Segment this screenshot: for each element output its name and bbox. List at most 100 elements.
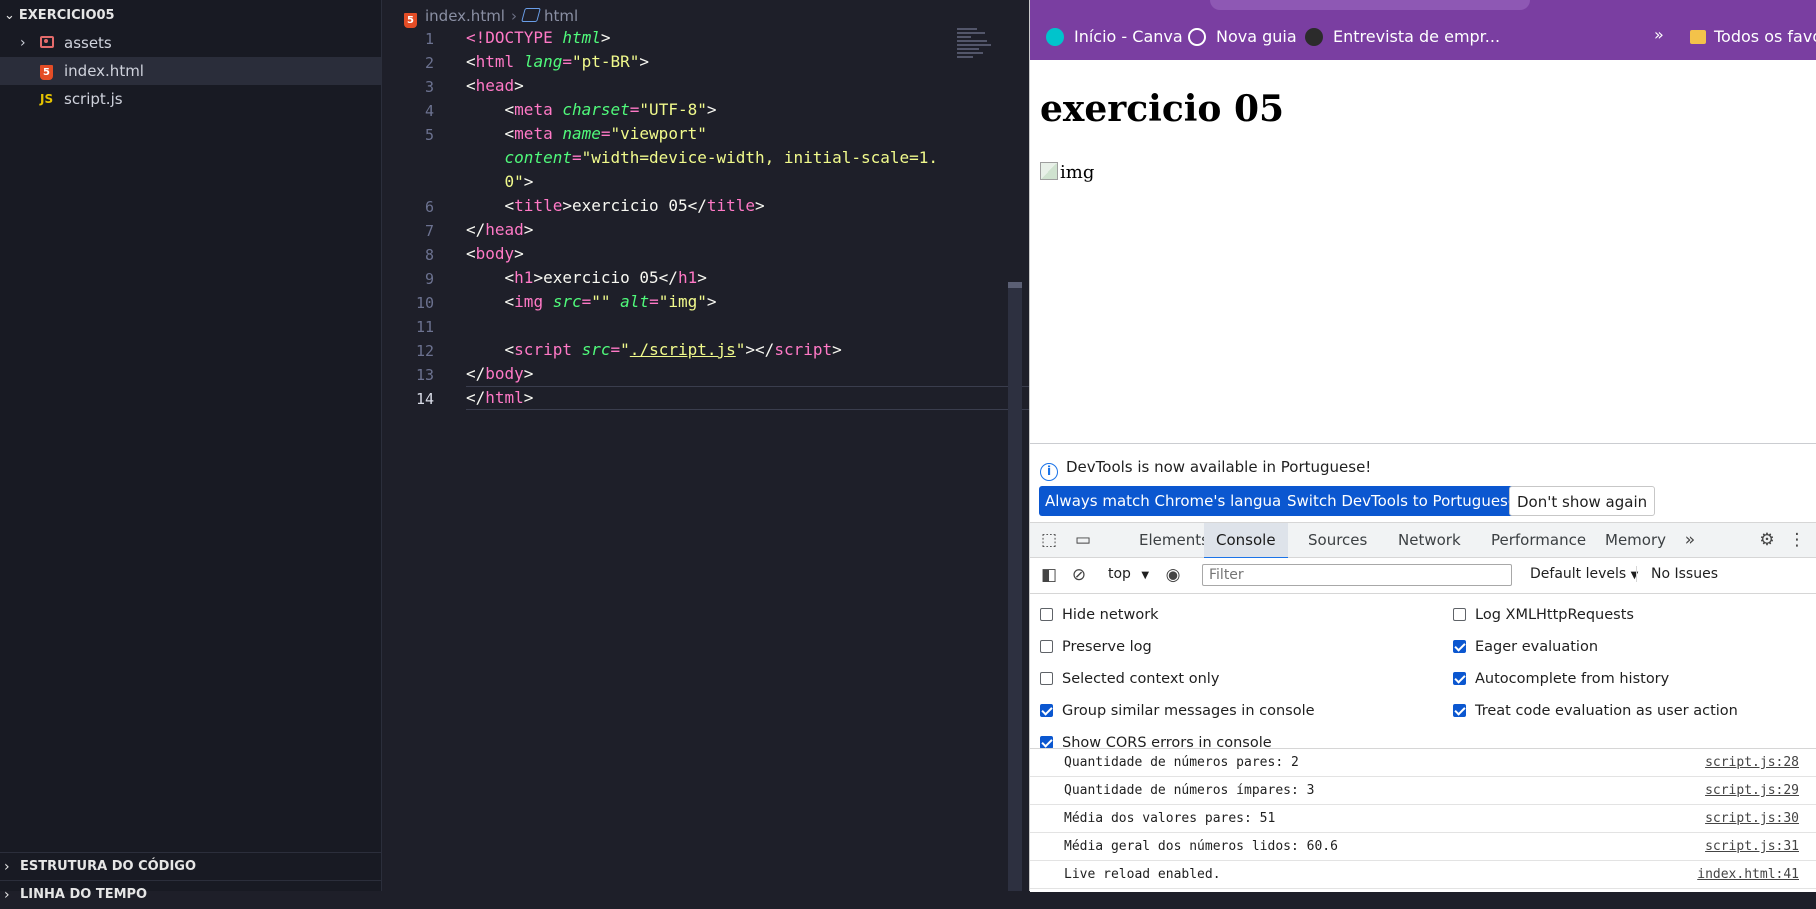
address-bar[interactable] bbox=[1210, 0, 1530, 10]
option-preserve-log[interactable]: Preserve log bbox=[1040, 636, 1152, 658]
option-hide-network[interactable]: Hide network bbox=[1040, 604, 1159, 626]
code-line-4[interactable]: <meta charset="UTF-8"> bbox=[466, 100, 717, 119]
tab-performance[interactable]: Performance bbox=[1483, 523, 1594, 557]
gear-icon[interactable]: ⚙ bbox=[1757, 530, 1777, 550]
bookmarks-bar: Início - Canva Nova guia Entrevista de e… bbox=[1030, 0, 1816, 60]
js-file-icon: JS bbox=[40, 92, 54, 106]
line-number: 8 bbox=[424, 246, 434, 264]
source-link[interactable]: script.js:29 bbox=[1705, 783, 1799, 798]
editor-scrollbar[interactable] bbox=[1008, 282, 1022, 891]
option-eager-eval[interactable]: Eager evaluation bbox=[1453, 636, 1598, 658]
tab-memory[interactable]: Memory bbox=[1597, 523, 1674, 557]
bookmarks-overflow-button[interactable]: » bbox=[1654, 25, 1664, 44]
option-selected-context[interactable]: Selected context only bbox=[1040, 668, 1219, 690]
code-line-6[interactable]: <title>exercicio 05</title> bbox=[466, 196, 765, 215]
explorer-folder-title[interactable]: ⌄ EXERCICIO05 bbox=[0, 4, 115, 28]
bookmark-all-favorites[interactable]: Todos os favori bbox=[1690, 26, 1816, 48]
code-line-7[interactable]: </head> bbox=[466, 220, 533, 239]
console-filter-input[interactable] bbox=[1202, 564, 1512, 586]
bookmark-nova-guia[interactable]: Nova guia bbox=[1188, 26, 1297, 48]
option-log-xhr[interactable]: Log XMLHttpRequests bbox=[1453, 604, 1634, 626]
breadcrumb-file[interactable]: index.html bbox=[425, 7, 505, 25]
console-message: Média geral dos números lidos: 60.6 scrip… bbox=[1030, 833, 1816, 861]
script-path-link[interactable]: ./script.js bbox=[630, 340, 736, 359]
code-line-2[interactable]: <html lang="pt-BR"> bbox=[466, 52, 649, 71]
device-toolbar-icon[interactable]: ▭ bbox=[1073, 530, 1093, 550]
chevron-down-icon: ⌄ bbox=[4, 8, 15, 23]
code-line-5[interactable]: <meta name="viewport" bbox=[466, 124, 707, 143]
minimap[interactable] bbox=[957, 28, 993, 68]
tab-sources[interactable]: Sources bbox=[1300, 523, 1375, 557]
globe-icon bbox=[1188, 28, 1206, 46]
code-editor[interactable]: 5 index.html › html 1 2 3 4 5 6 7 8 9 10 11 12 13 14 <!D… bbox=[382, 0, 1332, 891]
chevron-right-icon: › bbox=[4, 859, 10, 875]
tab-console[interactable]: Console bbox=[1204, 523, 1288, 559]
tree-item-script-js[interactable]: JS script.js bbox=[0, 85, 381, 113]
checkbox[interactable] bbox=[1040, 640, 1053, 653]
source-link[interactable]: index.html:41 bbox=[1697, 867, 1799, 882]
line-number: 14 bbox=[415, 390, 434, 408]
option-autocomplete[interactable]: Autocomplete from history bbox=[1453, 668, 1669, 690]
line-number: 3 bbox=[424, 78, 434, 96]
option-treat-user-action[interactable]: Treat code evaluation as user action bbox=[1453, 700, 1738, 722]
checkbox-checked[interactable] bbox=[1453, 704, 1466, 717]
explorer-sidebar: ⌄ EXERCICIO05 › assets 5 index.html JS sc… bbox=[0, 0, 381, 903]
clear-console-icon[interactable]: ⊘ bbox=[1069, 565, 1089, 585]
line-number: 7 bbox=[424, 222, 434, 240]
dont-show-again-button[interactable]: Don't show again bbox=[1509, 486, 1656, 516]
folder-icon bbox=[1690, 30, 1706, 44]
issues-counter[interactable]: No Issues bbox=[1636, 566, 1718, 582]
console-message: Média dos valores pares: 51 script.js:30 bbox=[1030, 805, 1816, 833]
language-notice: i DevTools is now available in Portuguese… bbox=[1040, 456, 1371, 481]
tree-item-assets[interactable]: › assets bbox=[0, 29, 381, 57]
code-line-9[interactable]: <h1>exercicio 05</h1> bbox=[466, 268, 707, 287]
code-line-1[interactable]: <!DOCTYPE html> bbox=[466, 28, 611, 47]
tab-network[interactable]: Network bbox=[1390, 523, 1469, 557]
broken-image-icon bbox=[1040, 162, 1058, 180]
breadcrumb-node[interactable]: html bbox=[544, 7, 578, 25]
source-link[interactable]: script.js:28 bbox=[1705, 755, 1799, 770]
code-line-10[interactable]: <img src="" alt="img"> bbox=[466, 292, 717, 311]
checkbox[interactable] bbox=[1040, 608, 1053, 621]
source-link[interactable]: script.js:31 bbox=[1705, 839, 1799, 854]
timeline-section-header[interactable]: › LINHA DO TEMPO bbox=[0, 880, 381, 909]
tree-item-label: index.html bbox=[64, 62, 144, 80]
code-line-3[interactable]: <head> bbox=[466, 76, 524, 95]
checkbox-checked[interactable] bbox=[1453, 672, 1466, 685]
context-selector[interactable]: top ▼ bbox=[1108, 566, 1149, 582]
more-tabs-icon[interactable]: » bbox=[1680, 530, 1700, 550]
chevron-right-icon: › bbox=[4, 887, 10, 903]
code-line-12[interactable]: <script src="./script.js"></script> bbox=[466, 340, 842, 359]
inspect-element-icon[interactable]: ⬚ bbox=[1039, 530, 1059, 550]
eye-icon[interactable]: ◉ bbox=[1163, 565, 1183, 585]
switch-portuguese-button[interactable]: Switch DevTools to Portuguese bbox=[1281, 486, 1524, 516]
option-group-similar[interactable]: Group similar messages in console bbox=[1040, 700, 1315, 722]
editor-scrollbar-thumb[interactable] bbox=[1008, 282, 1022, 288]
devtools-panel: i DevTools is now available in Portuguese… bbox=[1030, 443, 1816, 892]
checkbox[interactable] bbox=[1040, 672, 1053, 685]
code-line-5-wrap-1[interactable]: content="width=device-width, initial-sca… bbox=[466, 148, 939, 167]
code-line-5-wrap-2[interactable]: 0"> bbox=[466, 172, 534, 191]
sidebar-toggle-icon[interactable]: ◧ bbox=[1039, 565, 1059, 585]
code-line-13[interactable]: </body> bbox=[466, 364, 533, 383]
log-levels-dropdown[interactable]: Default levels ▼ bbox=[1530, 566, 1638, 582]
dropdown-triangle-icon: ▼ bbox=[1141, 570, 1150, 581]
bookmark-canva[interactable]: Início - Canva bbox=[1046, 26, 1183, 48]
line-number: 1 bbox=[424, 30, 434, 48]
kebab-menu-icon[interactable]: ⋮ bbox=[1787, 530, 1807, 550]
line-number: 13 bbox=[415, 366, 434, 384]
page-heading: exercicio 05 bbox=[1040, 88, 1285, 130]
code-line-14[interactable]: </html> bbox=[466, 388, 533, 407]
checkbox-checked[interactable] bbox=[1453, 640, 1466, 653]
bookmark-entrevista[interactable]: Entrevista de empr... bbox=[1305, 26, 1500, 48]
code-line-8[interactable]: <body> bbox=[466, 244, 524, 263]
canva-icon bbox=[1046, 28, 1064, 46]
outline-section-header[interactable]: › ESTRUTURA DO CÓDIGO bbox=[0, 852, 381, 881]
tree-item-index-html[interactable]: 5 index.html bbox=[0, 57, 381, 85]
checkbox[interactable] bbox=[1453, 608, 1466, 621]
devtools-tabbar: ⬚ ▭ Elements Console Sources Network Per… bbox=[1030, 522, 1816, 559]
broken-image: img bbox=[1040, 162, 1094, 183]
source-link[interactable]: script.js:30 bbox=[1705, 811, 1799, 826]
checkbox-checked[interactable] bbox=[1040, 704, 1053, 717]
match-language-button[interactable]: Always match Chrome's language bbox=[1039, 486, 1306, 516]
